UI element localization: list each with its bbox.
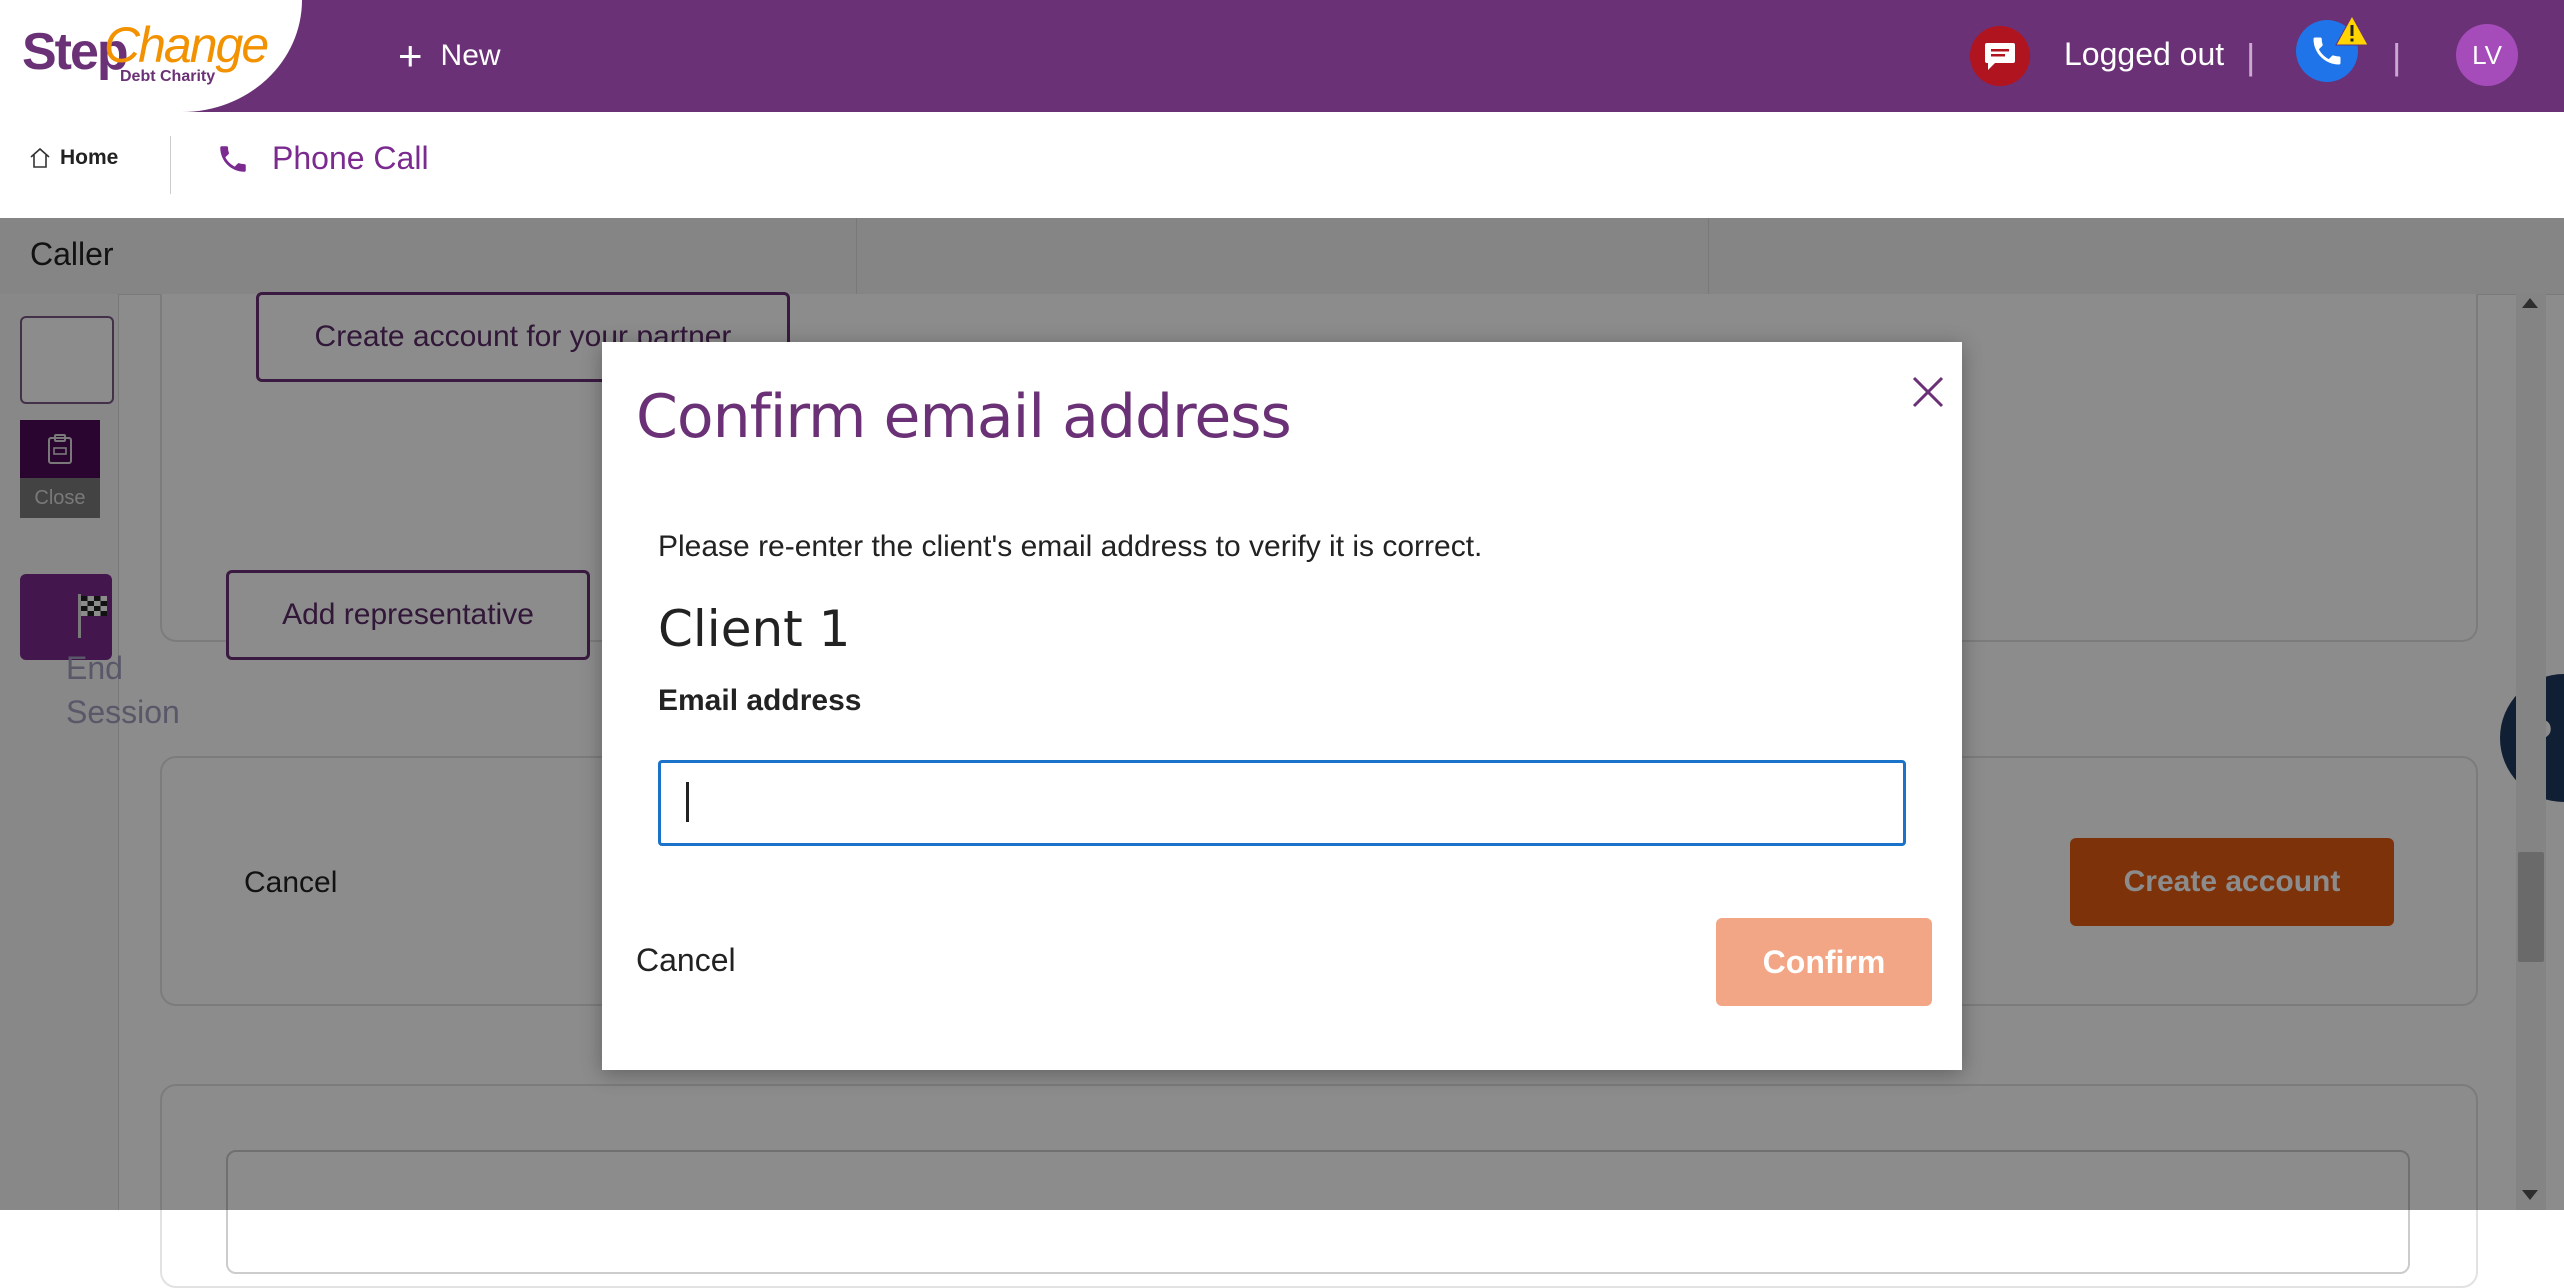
home-icon: [30, 147, 50, 168]
phone-icon: [220, 145, 246, 172]
dialog-description: Please re-enter the client's email addre…: [658, 530, 1483, 563]
header-separator: |: [2392, 36, 2402, 77]
dialog-title: Confirm email address: [636, 382, 1292, 452]
email-address-field[interactable]: [658, 760, 1906, 846]
logo-change-text: Change: [104, 17, 269, 73]
text-caret: [686, 782, 689, 822]
presence-status[interactable]: Logged out: [2064, 36, 2224, 73]
header-separator: |: [2246, 36, 2256, 77]
top-bar: Step Change Debt Charity + New Logged ou…: [0, 0, 2564, 112]
nav-divider: [170, 136, 171, 194]
logo[interactable]: Step Change Debt Charity: [0, 0, 302, 112]
navigation-bar: Home Phone Call: [0, 112, 2564, 219]
phone-tab-label: Phone Call: [272, 140, 429, 176]
confirm-button[interactable]: Confirm: [1716, 918, 1932, 1006]
dialog-cancel-button[interactable]: Cancel: [636, 942, 736, 979]
chat-bubble-icon[interactable]: [1970, 26, 2030, 86]
warning-icon: [2334, 14, 2370, 53]
email-address-label: Email address: [658, 684, 862, 717]
close-icon[interactable]: [1908, 372, 1948, 412]
user-avatar[interactable]: LV: [2456, 24, 2518, 86]
client-heading: Client 1: [658, 600, 851, 658]
tab-phone-call[interactable]: Phone Call: [216, 140, 429, 177]
new-button-label: New: [440, 39, 501, 72]
home-link[interactable]: Home: [28, 146, 118, 170]
new-button[interactable]: + New: [398, 30, 501, 82]
home-label: Home: [60, 146, 119, 169]
logo-subtitle: Debt Charity: [120, 68, 216, 85]
confirm-email-dialog: Confirm email address Please re-enter th…: [602, 342, 1962, 1070]
plus-icon: +: [398, 32, 423, 79]
